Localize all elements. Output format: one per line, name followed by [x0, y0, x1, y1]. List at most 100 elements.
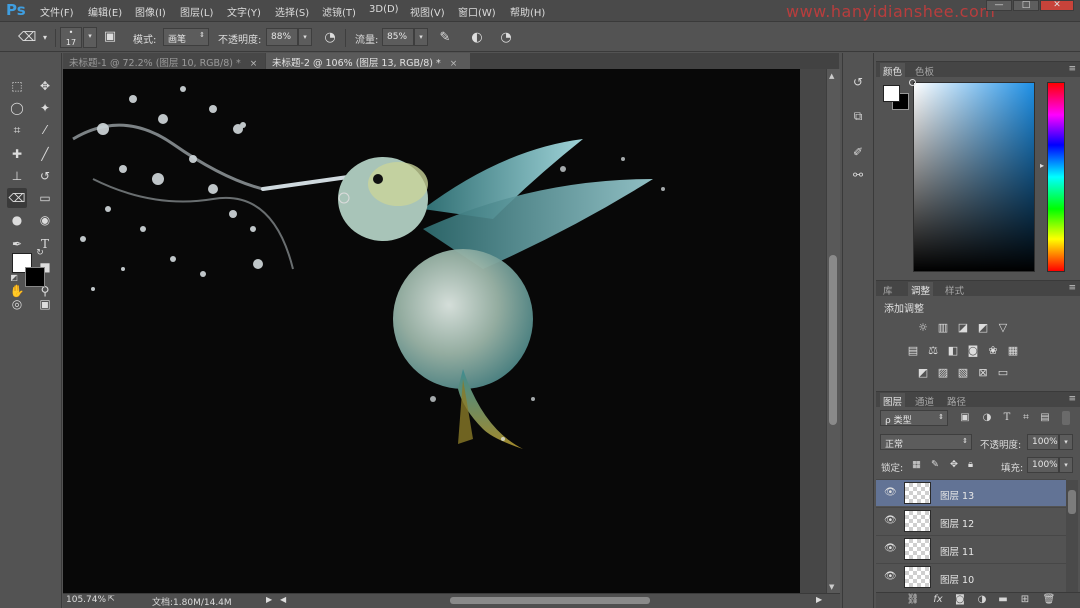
filter-adjustment-icon[interactable]: ◑ [980, 411, 994, 425]
invert-icon[interactable]: ◩ [916, 366, 930, 379]
posterize-icon[interactable]: ▨ [936, 366, 950, 379]
clone-stamp-tool-icon[interactable]: ⊥ [7, 166, 27, 186]
airbrush-icon[interactable]: ✎ [436, 29, 454, 47]
quick-mask-icon[interactable]: ◎ [7, 294, 27, 314]
brightness-icon[interactable]: ☼ [916, 321, 930, 334]
tab-paths[interactable]: 路径 [944, 393, 969, 409]
menu-3d[interactable]: 3D(D) [369, 4, 399, 15]
lock-position-icon[interactable]: ✥ [950, 459, 958, 470]
filter-smart-object-icon[interactable]: ▤ [1038, 411, 1052, 425]
new-group-icon[interactable]: ▬ [996, 593, 1010, 607]
menu-layer[interactable]: 图层(L) [180, 4, 213, 19]
hscroll-left-arrow-icon[interactable]: ◀ [280, 595, 286, 604]
filter-shape-icon[interactable]: ⌗ [1019, 411, 1033, 425]
visibility-eye-icon[interactable]: 👁︎ [884, 487, 897, 498]
scroll-down-arrow-icon[interactable]: ▼ [829, 583, 834, 591]
delete-layer-icon[interactable]: 🗑︎ [1042, 593, 1056, 607]
background-color-swatch[interactable] [25, 267, 45, 287]
quick-selection-tool-icon[interactable]: ✦ [35, 98, 55, 118]
visibility-eye-icon[interactable]: 👁︎ [884, 543, 897, 554]
tab-adjustments[interactable]: 调整 [908, 282, 934, 298]
filter-toggle-switch[interactable] [1062, 411, 1070, 425]
menu-window[interactable]: 窗口(W) [458, 4, 496, 19]
tab-layers[interactable]: 图层 [880, 393, 906, 409]
vertical-scrollbar-thumb[interactable] [829, 255, 837, 425]
erase-to-history-icon[interactable]: ◐ [468, 29, 486, 47]
gradient-map-icon[interactable]: ▭ [996, 366, 1010, 379]
tab-document-1[interactable]: 未标题-1 @ 72.2% (图层 10, RGB/8) * × [63, 53, 265, 69]
gradient-tool-icon[interactable]: ▭ [35, 188, 55, 208]
exposure-icon[interactable]: ◩ [976, 321, 990, 334]
brush-tool-icon[interactable]: ╱ [35, 144, 55, 164]
marquee-tool-icon[interactable]: ⬚ [7, 76, 27, 96]
layer-row-11[interactable]: 👁︎ 图层 11 [876, 535, 1066, 562]
menu-file[interactable]: 文件(F) [40, 4, 74, 19]
flow-slider-arrow-icon[interactable]: ▾ [414, 28, 428, 46]
link-layers-icon[interactable]: ⛓ [906, 593, 920, 607]
tab-swatches[interactable]: 色板 [912, 63, 937, 79]
pressure-size-icon[interactable]: ◔ [497, 29, 515, 47]
minimize-button[interactable]: — [986, 0, 1012, 11]
threshold-icon[interactable]: ▧ [956, 366, 970, 379]
layer-row-13[interactable]: 👁︎ 图层 13 [876, 479, 1066, 506]
new-layer-icon[interactable]: ⊞ [1018, 593, 1032, 607]
status-menu-arrow-icon[interactable]: ▶ [266, 595, 272, 604]
hue-slider-handle-icon[interactable]: ▸ [1040, 161, 1044, 170]
close-window-button[interactable]: ✕ [1040, 0, 1074, 11]
tab-libraries[interactable]: 库 [880, 282, 896, 298]
channel-mixer-icon[interactable]: ❀ [986, 344, 1000, 357]
visibility-eye-icon[interactable]: 👁︎ [884, 515, 897, 526]
visibility-eye-icon[interactable]: 👁︎ [884, 571, 897, 582]
lock-pixels-icon[interactable]: ✎ [931, 459, 939, 470]
lock-all-icon[interactable]: 🔒︎ [968, 459, 973, 470]
properties-panel-icon[interactable]: ⧉ [848, 106, 868, 126]
hue-saturation-icon[interactable]: ▤ [906, 344, 920, 357]
history-panel-icon[interactable]: ↺ [848, 72, 868, 92]
panel-menu-icon[interactable]: ≡ [1068, 64, 1076, 74]
mode-select[interactable]: 画笔 ⇕ [163, 28, 209, 46]
curves-icon[interactable]: ◪ [956, 321, 970, 334]
color-picker-marker[interactable] [909, 79, 916, 86]
layers-scrollbar-thumb[interactable] [1068, 490, 1076, 514]
menu-type[interactable]: 文字(Y) [227, 4, 261, 19]
history-brush-tool-icon[interactable]: ↺ [35, 166, 55, 186]
menu-view[interactable]: 视图(V) [410, 4, 445, 19]
menu-filter[interactable]: 滤镜(T) [322, 4, 356, 19]
crop-tool-icon[interactable]: ⌗ [7, 120, 27, 140]
color-lookup-icon[interactable]: ▦ [1006, 344, 1020, 357]
blend-mode-select[interactable]: 正常 ⇕ [880, 434, 972, 450]
brush-preset-arrow-icon[interactable]: ▾ [83, 27, 97, 48]
opacity-slider-arrow-icon[interactable]: ▾ [298, 28, 312, 46]
tool-preset-arrow-icon[interactable]: ▾ [40, 29, 50, 47]
layer-opacity-input[interactable]: 100% [1027, 434, 1059, 450]
new-adjustment-layer-icon[interactable]: ◑ [975, 593, 989, 607]
document-canvas[interactable] [63, 69, 826, 593]
layer-filter-select[interactable]: ρ 类型 ⇕ [880, 410, 948, 426]
color-field[interactable] [913, 82, 1035, 272]
eyedropper-tool-icon[interactable]: ⁄ [35, 120, 55, 140]
eraser-tool-icon[interactable]: ⌫ [18, 29, 36, 47]
selective-color-icon[interactable]: ⊠ [976, 366, 990, 379]
lasso-tool-icon[interactable]: ◯ [7, 98, 27, 118]
menu-select[interactable]: 选择(S) [275, 4, 309, 19]
fill-arrow-icon[interactable]: ▾ [1059, 457, 1073, 473]
tool-presets-panel-icon[interactable]: ⚯ [848, 165, 868, 185]
blur-tool-icon[interactable]: ● [7, 210, 27, 230]
dodge-tool-icon[interactable]: ◉ [35, 210, 55, 230]
menu-help[interactable]: 帮助(H) [510, 4, 545, 19]
opacity-input[interactable]: 88% [266, 28, 298, 46]
color-balance-icon[interactable]: ⚖ [926, 344, 940, 357]
brush-preset-picker[interactable]: • 17 [60, 27, 82, 48]
restore-button[interactable]: □ [1013, 0, 1039, 11]
layer-style-icon[interactable]: fx [931, 593, 945, 607]
hue-slider[interactable] [1047, 82, 1065, 272]
zoom-level[interactable]: 105.74% [66, 595, 106, 605]
screen-mode-icon[interactable]: ▣ [35, 294, 55, 314]
scroll-up-arrow-icon[interactable]: ▲ [829, 72, 834, 80]
tab-color[interactable]: 颜色 [880, 63, 906, 79]
brush-panel-icon[interactable]: ✐ [848, 142, 868, 162]
panel-menu-icon[interactable]: ≡ [1068, 283, 1076, 293]
lock-transparency-icon[interactable]: ▦ [912, 459, 921, 470]
add-mask-icon[interactable]: ◙ [953, 593, 967, 607]
fill-input[interactable]: 100% [1027, 457, 1059, 473]
